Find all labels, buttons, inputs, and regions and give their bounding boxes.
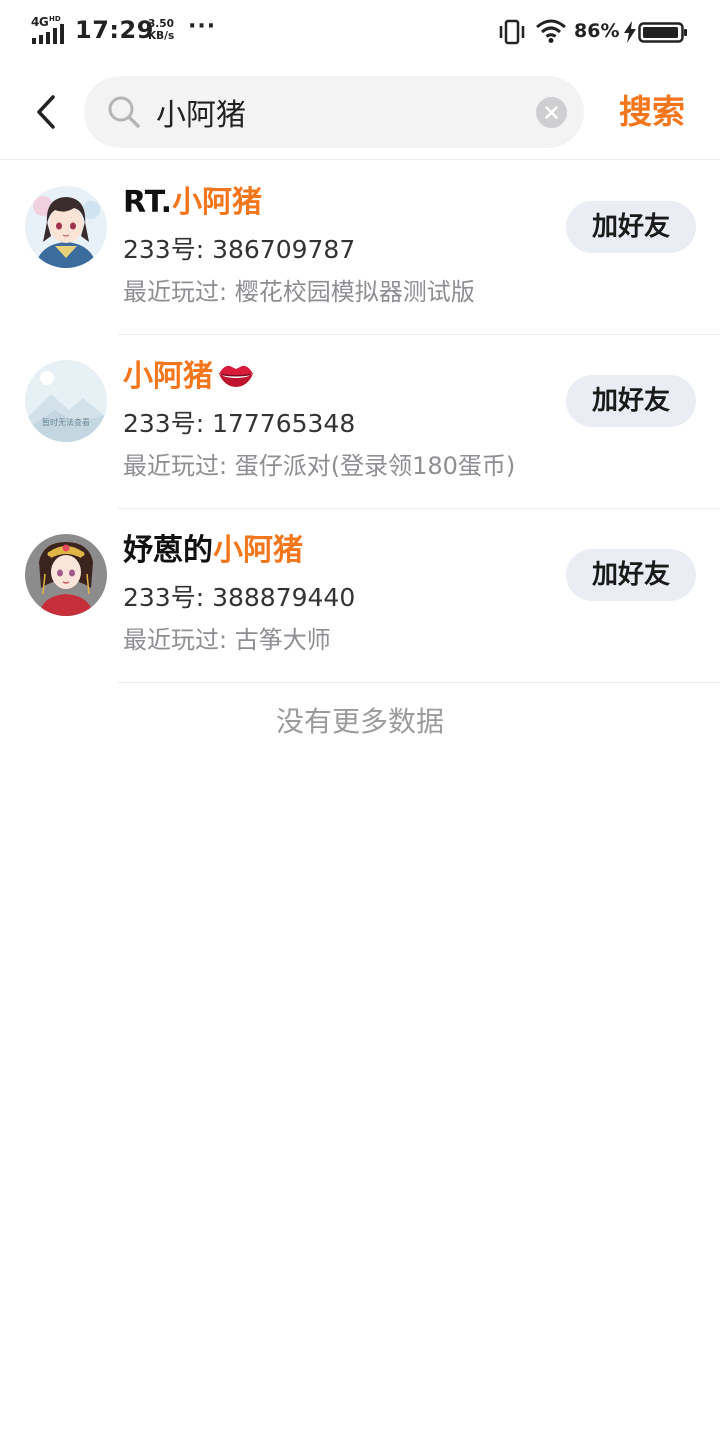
name-highlight: 小阿猪 (123, 359, 213, 394)
list-item[interactable]: RT.小阿猪 233号: 386709787 最近玩过: 樱花校园模拟器测试版 … (0, 161, 720, 335)
list-item[interactable]: 妤蒽的小阿猪 233号: 388879440 最近玩过: 古筝大师 加好友 (0, 509, 720, 683)
name-prefix: 妤蒽的 (123, 533, 213, 568)
user-id: 233号: 386709787 (123, 235, 356, 264)
search-results-page: 4G HD 17:29 3.50 KB/s ··· 86% 小阿猪 搜索 RT.… (0, 0, 720, 1436)
search-submit-button[interactable]: 搜索 (612, 88, 692, 136)
clear-search-button[interactable] (536, 97, 567, 128)
network-type: 4G (31, 15, 49, 29)
user-name: RT.小阿猪 (123, 181, 262, 225)
user-id: 233号: 177765348 (123, 409, 356, 438)
add-friend-button[interactable]: 加好友 (566, 549, 696, 601)
network-badge: HD (49, 15, 61, 23)
avatar-caption: 暂时无法查看 (42, 418, 90, 427)
recently-played: 最近玩过: 蛋仔派对(登录领180蛋币) (123, 452, 516, 480)
avatar[interactable] (25, 534, 107, 616)
recently-played: 最近玩过: 樱花校园模拟器测试版 (123, 278, 475, 306)
name-prefix: RT. (123, 185, 173, 220)
anime-avatar-icon (25, 534, 107, 616)
add-friend-button[interactable]: 加好友 (566, 375, 696, 427)
vibrate-icon (499, 19, 525, 45)
back-button[interactable] (22, 86, 70, 138)
close-icon (545, 106, 558, 119)
divider (118, 682, 720, 683)
more-notifications-icon: ··· (188, 14, 217, 39)
search-input[interactable] (156, 86, 516, 138)
network-speed-unit: KB/s (148, 30, 175, 42)
status-bar: 4G HD 17:29 3.50 KB/s ··· 86% (0, 0, 720, 64)
user-id: 233号: 388879440 (123, 583, 356, 612)
search-icon (108, 96, 140, 128)
search-header: 搜索 (0, 64, 720, 160)
battery-icon (638, 22, 687, 43)
wifi-icon (536, 19, 566, 43)
list-item[interactable]: 暂时无法查看 小阿猪 233号: 177765348 最近玩过: 蛋仔派对(登录… (0, 335, 720, 509)
network-speed-value: 3.50 (148, 18, 174, 30)
avatar[interactable]: 暂时无法查看 (25, 360, 107, 442)
lips-icon (219, 365, 253, 387)
name-highlight: 小阿猪 (172, 185, 263, 220)
search-results-list: RT.小阿猪 233号: 386709787 最近玩过: 樱花校园模拟器测试版 … (0, 161, 720, 683)
battery-percent: 86% (574, 20, 620, 42)
user-name: 妤蒽的小阿猪 (123, 529, 303, 573)
network-speed: 3.50 KB/s (148, 18, 184, 42)
user-name: 小阿猪 (123, 355, 255, 399)
charging-icon (624, 21, 636, 43)
cellular-signal-icon: 4G HD (30, 15, 66, 44)
anime-avatar-icon (25, 186, 107, 268)
clock: 17:29 (75, 16, 154, 44)
back-arrow-icon (37, 95, 55, 129)
avatar[interactable] (25, 186, 107, 268)
name-highlight: 小阿猪 (213, 533, 303, 568)
no-more-data-label: 没有更多数据 (275, 705, 444, 738)
add-friend-button[interactable]: 加好友 (566, 201, 696, 253)
placeholder-image-icon (25, 360, 107, 442)
search-box (84, 76, 584, 148)
recently-played: 最近玩过: 古筝大师 (123, 626, 331, 654)
